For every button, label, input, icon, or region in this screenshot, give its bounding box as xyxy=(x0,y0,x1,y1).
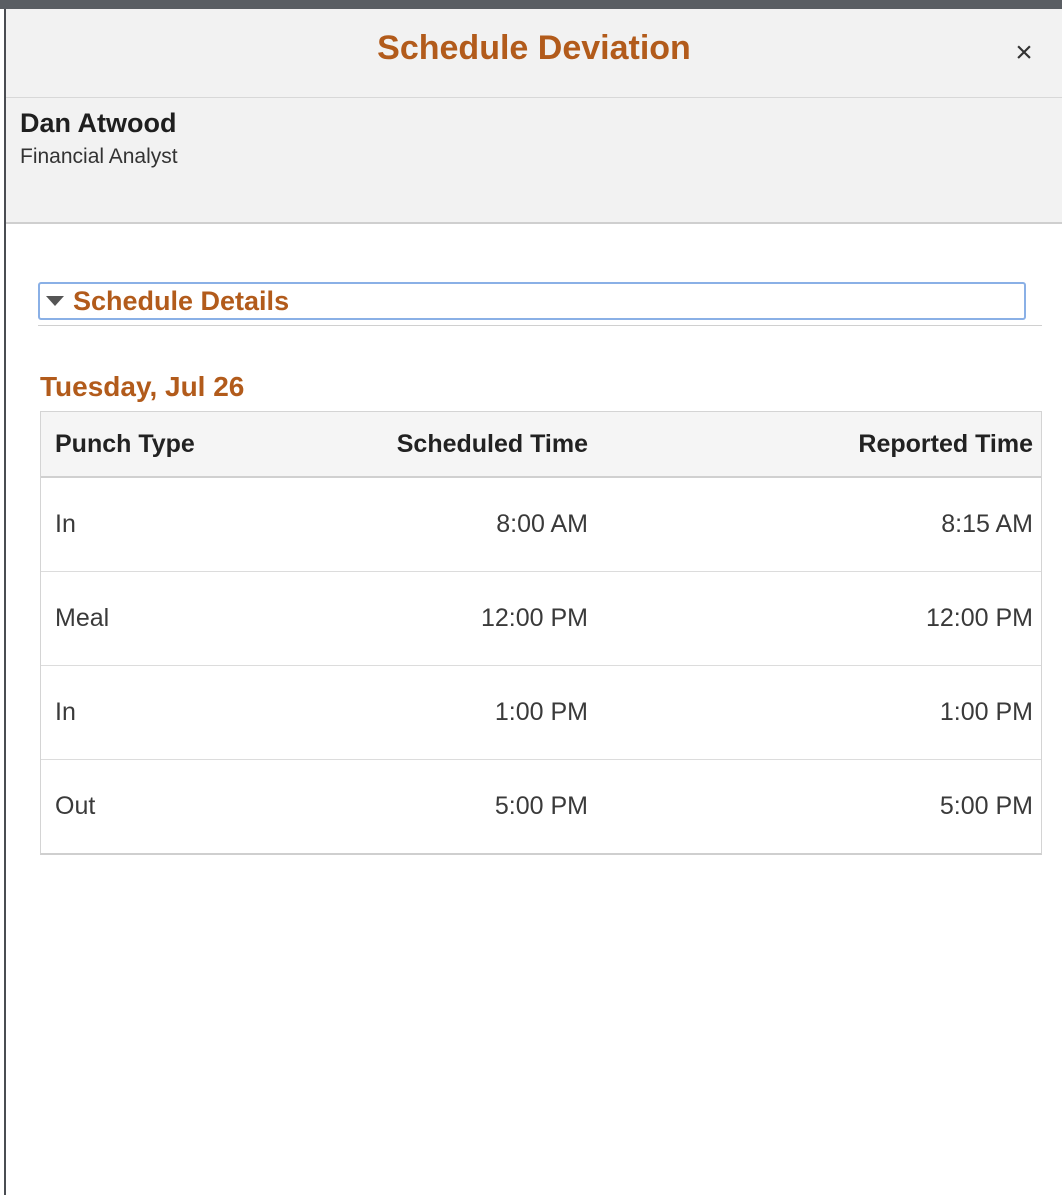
cell-scheduled-time: 12:00 PM xyxy=(480,604,588,632)
modal-header: Schedule Deviation × xyxy=(6,9,1062,98)
schedule-details-title: Schedule Details xyxy=(73,285,290,316)
table-row: Meal 12:00 PM 12:00 PM xyxy=(41,572,1041,666)
header-reported-time: Reported Time xyxy=(858,429,1033,458)
modal-title: Schedule Deviation xyxy=(377,29,691,67)
header-scheduled-time: Scheduled Time xyxy=(396,429,588,458)
schedule-deviation-modal: Schedule Deviation × Dan Atwood Financia… xyxy=(4,9,1062,1195)
cell-punch-type: In xyxy=(55,510,76,538)
table-row: In 8:00 AM 8:15 AM xyxy=(41,478,1041,572)
page: Schedule Deviation × Dan Atwood Financia… xyxy=(0,0,1062,1195)
close-icon: × xyxy=(1015,36,1033,69)
cell-punch-type: Meal xyxy=(55,604,110,632)
day-heading: Tuesday, Jul 26 xyxy=(40,371,245,402)
table-row: In 1:00 PM 1:00 PM xyxy=(41,666,1041,760)
background-window-strip xyxy=(0,0,1062,9)
close-button[interactable]: × xyxy=(1008,36,1040,69)
employee-name: Dan Atwood xyxy=(20,108,177,138)
cell-reported-time: 12:00 PM xyxy=(925,604,1033,632)
cell-scheduled-time: 1:00 PM xyxy=(494,698,588,726)
cell-scheduled-time: 8:00 AM xyxy=(496,510,588,538)
cell-punch-type: Out xyxy=(55,792,96,820)
section-divider xyxy=(38,325,1042,326)
employee-info: Dan Atwood Financial Analyst xyxy=(6,98,1062,224)
schedule-table: Punch Type Scheduled Time Reported Time … xyxy=(40,411,1042,855)
table-header-row: Punch Type Scheduled Time Reported Time xyxy=(41,412,1041,478)
cell-punch-type: In xyxy=(55,698,76,726)
cell-reported-time: 5:00 PM xyxy=(939,792,1033,820)
caret-down-icon xyxy=(46,296,64,306)
schedule-details-toggle[interactable]: Schedule Details xyxy=(38,282,1026,320)
employee-job-title: Financial Analyst xyxy=(20,145,178,168)
cell-reported-time: 1:00 PM xyxy=(939,698,1033,726)
header-punch-type: Punch Type xyxy=(55,429,195,458)
cell-reported-time: 8:15 AM xyxy=(941,510,1033,538)
cell-scheduled-time: 5:00 PM xyxy=(494,792,588,820)
table-row: Out 5:00 PM 5:00 PM xyxy=(41,760,1041,853)
